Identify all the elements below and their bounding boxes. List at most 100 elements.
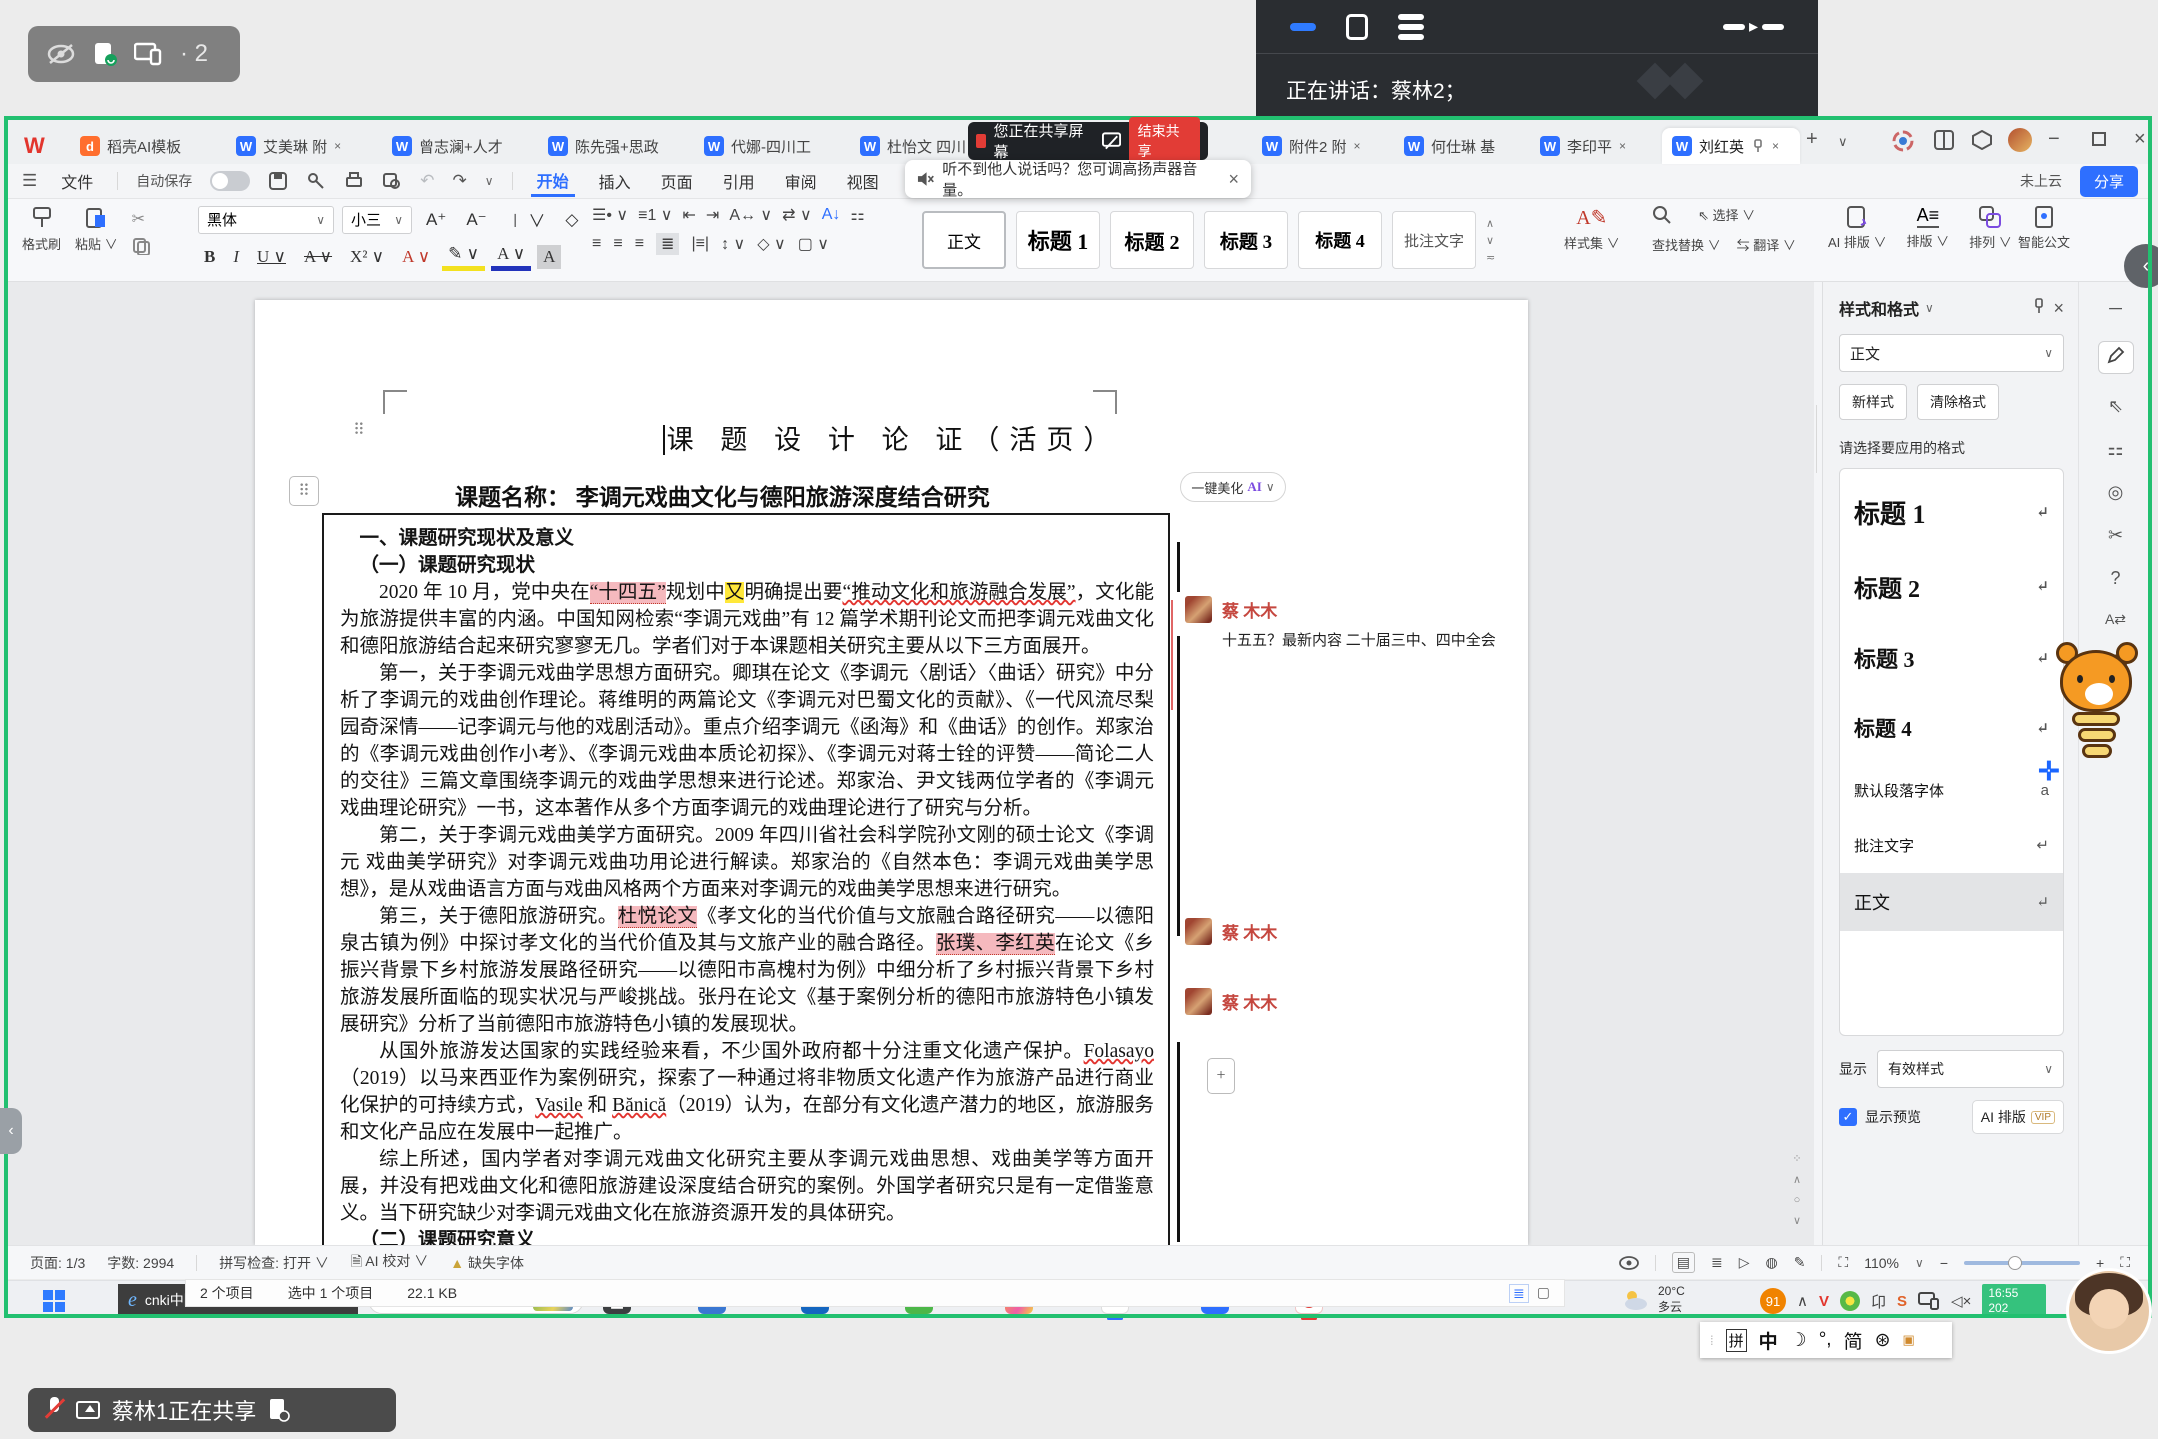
close-panel-icon[interactable]: ×: [2053, 298, 2064, 319]
columns-icon[interactable]: ⚏: [850, 205, 864, 225]
maximize-meeting-icon[interactable]: [1346, 14, 1368, 40]
sort-icon[interactable]: A↓: [822, 206, 841, 224]
style-item-normal[interactable]: 正文↵: [1840, 873, 2063, 931]
ai-typeset-button[interactable]: AI 排版 ∨: [1828, 205, 1887, 251]
zoom-out-icon[interactable]: −: [1940, 1255, 1948, 1271]
tab-docer[interactable]: d稻壳AI模板: [70, 128, 220, 164]
edit-tool-icon[interactable]: [2098, 341, 2134, 374]
comment-2[interactable]: 蔡 木木: [1185, 918, 1515, 945]
devices-icon[interactable]: [134, 42, 164, 66]
typeset-button[interactable]: A≡ 排版 ∨: [1907, 205, 1950, 251]
styles-up-icon[interactable]: ∧: [1486, 217, 1495, 230]
style-set-button[interactable]: A✎ 样式集 ∨: [1564, 205, 1620, 252]
font-name-select[interactable]: 黑体∨: [198, 206, 334, 234]
style-heading-1[interactable]: 标题 1: [1016, 211, 1100, 269]
details-view-icon[interactable]: ≣: [1509, 1284, 1529, 1303]
bullets-icon[interactable]: ☰• ∨: [592, 205, 628, 225]
workspace-icon[interactable]: [1972, 130, 1992, 156]
style-item-heading2[interactable]: 标题 2↵: [1840, 549, 2063, 623]
pin-tab-icon[interactable]: [1751, 139, 1765, 153]
copy-icon[interactable]: [132, 237, 150, 255]
show-filter-select[interactable]: 有效样式∨: [1877, 1050, 2064, 1088]
redo-icon[interactable]: ↷: [453, 171, 467, 191]
collapse-rail-icon[interactable]: ─: [2109, 298, 2122, 319]
ai-typeset-panel-button[interactable]: AI 排版VIP: [1972, 1100, 2064, 1134]
ime-skin-icon[interactable]: ▣: [1903, 1332, 1915, 1348]
increase-indent-icon[interactable]: ⇥: [706, 205, 719, 225]
current-style-select[interactable]: 正文∨: [1839, 334, 2064, 372]
left-panel-collapse-button[interactable]: ‹: [0, 1108, 22, 1154]
cut-icon[interactable]: ✂: [132, 209, 150, 229]
close-window-icon[interactable]: ×: [2134, 128, 2146, 151]
proofread-tool-icon[interactable]: ◎: [2108, 482, 2124, 503]
tab-doc-9[interactable]: W何仕琳 基: [1394, 128, 1524, 164]
tab-doc-10[interactable]: W李印平×: [1530, 128, 1656, 164]
text-effects-icon[interactable]: A ∨: [396, 245, 436, 269]
ime-punct-icon[interactable]: °,: [1819, 1329, 1832, 1351]
menu-file[interactable]: 文件: [55, 167, 99, 195]
draft-view-icon[interactable]: ✎: [1794, 1254, 1806, 1271]
style-normal[interactable]: 正文: [922, 211, 1006, 269]
find-replace-tool[interactable]: 查找替换 ∨: [1652, 235, 1721, 254]
open-panel-icon[interactable]: ▸: [1723, 16, 1784, 37]
fit-page-icon[interactable]: ⛶: [1838, 1254, 1848, 1271]
select-tool-icon[interactable]: ⇖: [2108, 396, 2123, 417]
undo-icon[interactable]: ↶: [420, 171, 434, 191]
increase-font-icon[interactable]: A⁺: [420, 208, 452, 232]
web-view-icon[interactable]: ◍: [1765, 1254, 1777, 1271]
tray-360-icon[interactable]: [1840, 1291, 1860, 1311]
tab-doc-3[interactable]: W陈先强+思政: [538, 128, 688, 164]
account-avatar[interactable]: [2008, 128, 2032, 152]
convert-case-icon[interactable]: ⇄ ∨: [782, 205, 812, 225]
toolbox-icon[interactable]: ✂: [2108, 525, 2123, 546]
new-tab-button[interactable]: +: [1806, 128, 1818, 151]
new-style-button[interactable]: 新样式: [1839, 384, 1907, 420]
tray-volume-muted-icon[interactable]: ◁×: [1951, 1292, 1971, 1310]
share-button[interactable]: 分享: [2080, 166, 2138, 197]
highlight-color-icon[interactable]: ✎ ∨: [442, 242, 485, 271]
justify-icon[interactable]: ≣: [656, 233, 679, 255]
pin-panel-icon[interactable]: [2031, 298, 2047, 319]
bold-icon[interactable]: B: [198, 245, 221, 269]
more-chevron-icon[interactable]: ∨: [485, 174, 494, 188]
clear-format-icon[interactable]: ◇: [559, 208, 584, 232]
clear-format-button[interactable]: 清除格式: [1917, 384, 1999, 420]
scrollbar-marks[interactable]: ⁘∧○∨: [1790, 1152, 1804, 1227]
align-center-icon[interactable]: ≡: [613, 235, 622, 253]
tab-doc-2[interactable]: W曾志澜+人才: [382, 128, 532, 164]
split-window-icon[interactable]: [1934, 130, 1954, 156]
tray-s-icon[interactable]: S: [1897, 1293, 1907, 1310]
tray-display-icon[interactable]: [1918, 1292, 1940, 1310]
document-body[interactable]: 一、课题研究现状及意义 （一）课题研究现状 2020 年 10 月，党中央在“十…: [322, 513, 1170, 1245]
restore-window-icon[interactable]: [2092, 132, 2106, 146]
help-icon[interactable]: ?: [2110, 568, 2120, 589]
translate-tool-icon[interactable]: A⇄: [2105, 611, 2126, 628]
menu-view[interactable]: 视图: [841, 167, 885, 195]
panel-chevron-icon[interactable]: ∨: [1925, 301, 1934, 315]
ime-lang-toggle[interactable]: 中: [1759, 1327, 1778, 1354]
ime-pinyin-icon[interactable]: 拼: [1726, 1329, 1747, 1352]
table-handle-icon[interactable]: ⠿: [289, 476, 319, 506]
taskbar-weather[interactable]: 20°C多云: [1620, 1284, 1685, 1315]
tab-home[interactable]: W: [14, 128, 64, 164]
settings-tool-icon[interactable]: ⚏: [2107, 439, 2123, 460]
fullscreen-icon[interactable]: ⛶: [2120, 1254, 2130, 1271]
comment-3[interactable]: 蔡 木木: [1185, 988, 1515, 1015]
ai-proof-status[interactable]: 🗎 AI 校对 ∨: [351, 1251, 428, 1275]
missing-font-warning[interactable]: ▲ 缺失字体: [450, 1253, 524, 1273]
close-tab-icon[interactable]: ×: [1619, 139, 1626, 153]
close-tab-icon[interactable]: ×: [334, 139, 341, 153]
font-color-icon[interactable]: A ∨: [491, 242, 531, 271]
reading-eye-icon[interactable]: [1619, 1256, 1639, 1270]
output-icon[interactable]: [306, 171, 326, 191]
notification-badge[interactable]: 91: [1760, 1288, 1786, 1314]
cloud-status[interactable]: 未上云: [2020, 171, 2062, 191]
page-indicator[interactable]: 页面: 1/3: [30, 1253, 85, 1273]
italic-icon[interactable]: I: [227, 245, 245, 269]
save-icon[interactable]: [268, 171, 288, 191]
document-canvas[interactable]: ⠿ ⠿ 课 题 设 计 论 证（活页） 课题名称： 李调元戏曲文化与德阳旅游深度…: [8, 282, 1814, 1245]
close-tip-icon[interactable]: ×: [1228, 169, 1239, 190]
arrange-button[interactable]: 排列 ∨: [1969, 205, 2012, 251]
shading-icon[interactable]: ◇ ∨: [757, 234, 785, 254]
main-menu-icon[interactable]: ☰: [22, 171, 37, 191]
